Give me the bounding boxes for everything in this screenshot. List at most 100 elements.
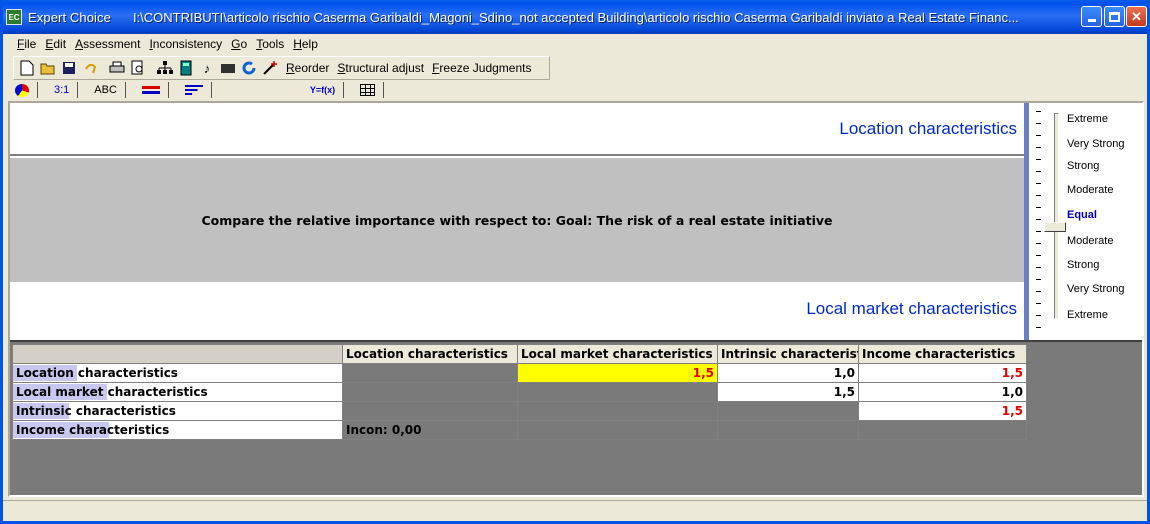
matrix-cell[interactable]: 1,0 [717,363,859,383]
music-icon[interactable]: ♪ [198,59,216,77]
row-label: Local market characteristics [16,385,208,399]
scale-label-moderate-bottom[interactable]: Moderate [1067,235,1113,247]
print-preview-icon[interactable] [129,59,147,77]
tab-graphical[interactable] [134,82,169,98]
menu-tools[interactable]: Tools [256,37,284,51]
scale-label-very-strong-bottom[interactable]: Very Strong [1067,283,1124,295]
matrix-cell-empty [342,401,518,421]
matrix-header-row: Location characteristics Local market ch… [12,344,1027,364]
scale-label-strong-bottom[interactable]: Strong [1067,259,1099,271]
print-icon[interactable] [108,59,126,77]
row-label: Income characteristics [16,423,170,437]
sorted-bars-icon [184,85,203,95]
matrix-row-header[interactable]: Local market characteristics [12,382,343,402]
inconsistency-ratio: Incon: 0,00 [342,420,518,440]
tab-sorted-bars[interactable] [177,82,212,98]
menu-inconsistency[interactable]: Inconsistency [149,37,222,51]
tab-numerical[interactable]: 3:1 [46,82,79,98]
undo-icon[interactable] [81,59,99,77]
maximize-icon [1109,11,1120,22]
comparison-panel: Location characteristics Compare the rel… [8,101,1144,497]
menu-go[interactable]: Go [231,37,247,51]
matrix-icon [360,84,376,96]
title-bar: EC Expert Choice I:\CONTRIBUTI\articolo … [3,0,1147,34]
expert-choice-window: EC Expert Choice I:\CONTRIBUTI\articolo … [0,0,1150,524]
hierarchy-icon[interactable] [156,59,174,77]
menu-bar: File Edit Assessment Inconsistency Go To… [3,34,1147,54]
tab-matrix[interactable] [352,82,385,98]
row-label: Location characteristics [16,366,178,380]
comparison-matrix: Location characteristics Local market ch… [12,344,1027,440]
tab-pie-chart[interactable] [7,82,38,98]
graphical-bars-icon [141,86,160,94]
matrix-cell-diagonal [517,382,718,402]
instruction-row: Compare the relative importance with res… [10,158,1024,282]
top-element-name: Location characteristics [839,119,1017,138]
scale-label-extreme-bottom[interactable]: Extreme [1067,309,1108,321]
matrix-col-header[interactable]: Local market characteristics [517,344,718,364]
minimize-button[interactable] [1081,6,1102,27]
matrix-cell-diagonal [342,363,518,383]
matrix-cell[interactable]: 1,5 [717,382,859,402]
matrix-cell[interactable]: 1,5 [858,401,1027,421]
menu-assessment[interactable]: Assessment [75,37,140,51]
open-icon[interactable] [39,59,57,77]
matrix-col-header[interactable]: Location characteristics [342,344,518,364]
matrix-cell-empty [717,420,859,440]
menu-edit[interactable]: Edit [45,37,66,51]
matrix-cell-empty [517,420,718,440]
scale-track[interactable] [1054,113,1059,319]
magic-wand-icon[interactable] [261,59,279,77]
verbal-tab-label: ABC [94,84,117,96]
matrix-row-header[interactable]: Intrinsic characteristics [12,401,343,421]
save-icon[interactable] [60,59,78,77]
matrix-row-header[interactable]: Location characteristics [12,363,343,383]
table-row: Income characteristics Incon: 0,00 [12,420,1027,440]
pie-chart-icon [15,83,29,97]
row-label: Intrinsic characteristics [16,404,176,418]
tab-verbal[interactable]: ABC [86,82,126,98]
maximize-button[interactable] [1104,6,1125,27]
matrix-col-header[interactable]: Income characteristics [858,344,1027,364]
matrix-cell-selected[interactable]: 1,5 [517,363,718,383]
scale-ticks [1036,109,1042,329]
numerical-tab-label: 3:1 [54,84,70,96]
refresh-icon[interactable] [240,59,258,77]
comparison-matrix-area: Location characteristics Local market ch… [10,340,1142,495]
scale-slider-thumb[interactable] [1044,222,1066,232]
matrix-col-header[interactable]: Intrinsic characteristi [717,344,859,364]
close-button[interactable]: ✕ [1126,6,1147,27]
matrix-cell-empty [517,401,718,421]
scale-label-moderate-top[interactable]: Moderate [1067,184,1113,196]
folder-icon[interactable] [219,59,237,77]
menu-file[interactable]: File [17,37,36,51]
matrix-cell-diagonal [858,420,1027,440]
top-element-row: Location characteristics [10,103,1024,156]
file-path: I:\CONTRIBUTI\articolo rischio Caserma G… [132,9,1019,25]
reorder-button[interactable]: Reorder [286,61,329,75]
freeze-judgments-button[interactable]: Freeze Judgments [432,61,531,75]
scale-label-very-strong-top[interactable]: Very Strong [1067,138,1124,150]
new-icon[interactable] [18,59,36,77]
formula-tab-label: Y=f(x) [309,85,336,95]
table-row: Location characteristics 1,5 1,0 1,5 [12,363,1027,383]
table-row: Local market characteristics 1,5 1,0 [12,382,1027,402]
app-icon: EC [6,9,22,25]
bottom-element-name: Local market characteristics [806,299,1017,318]
verbal-scale: Extreme Very Strong Strong Moderate Equa… [1029,103,1142,340]
structural-adjust-button[interactable]: Structural adjust [337,61,424,75]
scale-label-extreme-top[interactable]: Extreme [1067,113,1108,125]
matrix-corner [12,344,343,364]
scale-label-strong-top[interactable]: Strong [1067,160,1099,172]
matrix-row-header[interactable]: Income characteristics [12,420,343,440]
mode-tabs: 3:1 ABC Y=f(x) [7,82,427,98]
pairwise-compare-area: Location characteristics Compare the rel… [10,103,1024,340]
app-title: Expert Choice [28,9,111,25]
scale-label-equal[interactable]: Equal [1067,209,1097,221]
bottom-element-row: Local market characteristics [10,282,1024,338]
matrix-cell[interactable]: 1,5 [858,363,1027,383]
matrix-cell[interactable]: 1,0 [858,382,1027,402]
calculator-icon[interactable] [177,59,195,77]
tab-formula[interactable]: Y=f(x) [302,82,345,98]
menu-help[interactable]: Help [293,37,318,51]
